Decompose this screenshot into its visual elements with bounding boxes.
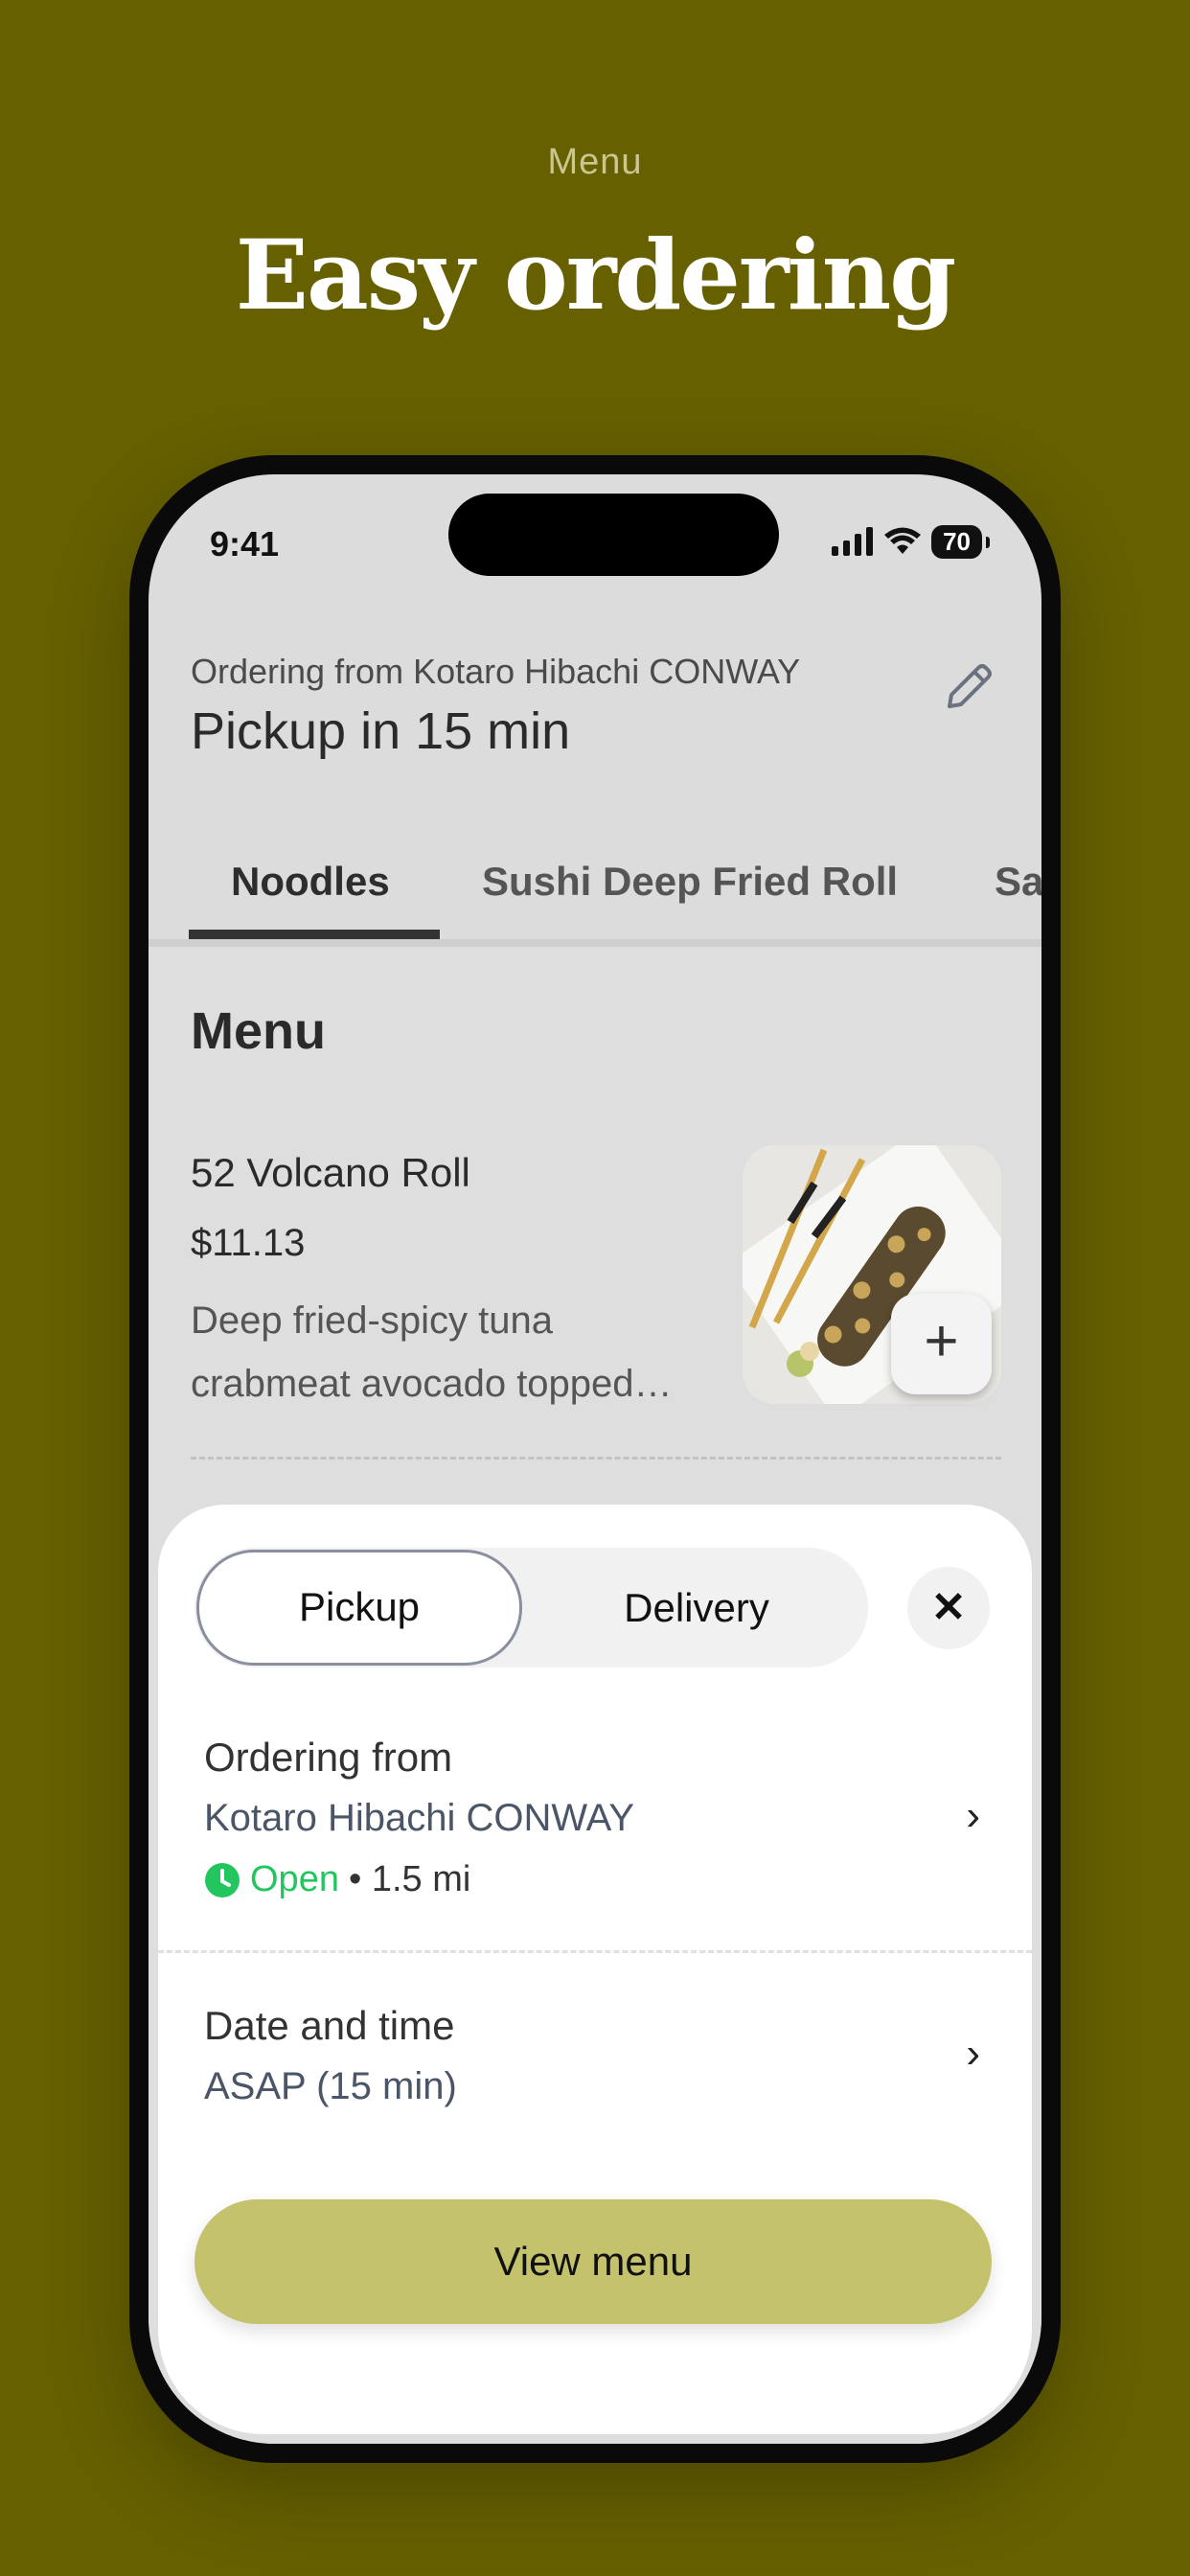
add-item-button[interactable]: + (891, 1294, 992, 1394)
tab-partial[interactable]: Sa (995, 829, 1041, 939)
ordering-from-label: Ordering from (204, 1735, 453, 1780)
phone-frame: 9:41 70 Ordering from Kotaro Hibachi CON… (129, 455, 1061, 2463)
tabs-divider (149, 939, 1041, 947)
tab-noodles[interactable]: Noodles (231, 829, 390, 939)
open-status: Open (250, 1859, 339, 1899)
chevron-right-icon[interactable]: › (966, 1792, 980, 1840)
menu-item-name[interactable]: 52 Volcano Roll (191, 1150, 470, 1196)
tab-sushi-deep-fried-roll[interactable]: Sushi Deep Fried Roll (482, 829, 898, 939)
menu-item-description: Deep fried-spicy tuna crabmeat avocado t… (191, 1300, 673, 1405)
delivery-option[interactable]: Delivery (525, 1548, 868, 1668)
store-status: Open • 1.5 mi (204, 1859, 470, 1900)
date-time-value[interactable]: ASAP (15 min) (204, 2065, 457, 2108)
category-tabs: Noodles Sushi Deep Fried Roll Sa (149, 829, 1041, 939)
phone-screen: 9:41 70 Ordering from Kotaro Hibachi CON… (149, 474, 1041, 2444)
dynamic-island (448, 494, 779, 576)
ordering-from-text: Ordering from Kotaro Hibachi CONWAY (191, 652, 801, 691)
fulfillment-toggle: Pickup Delivery (195, 1548, 868, 1668)
store-name[interactable]: Kotaro Hibachi CONWAY (204, 1797, 634, 1840)
status-time: 9:41 (210, 524, 280, 564)
status-icons: 70 (832, 522, 990, 561)
hero-title: Easy ordering (235, 218, 956, 332)
active-tab-indicator (189, 930, 440, 939)
date-time-label: Date and time (204, 2003, 455, 2048)
hero-subtitle: Menu (547, 142, 643, 182)
menu-heading: Menu (191, 1002, 326, 1060)
clock-icon (205, 1862, 240, 1898)
pencil-icon[interactable] (938, 656, 999, 718)
pickup-option[interactable]: Pickup (196, 1550, 522, 1666)
close-button[interactable]: ✕ (907, 1567, 990, 1649)
signal-icon (832, 527, 874, 556)
store-distance: • 1.5 mi (348, 1859, 471, 1899)
battery-indicator: 70 (931, 524, 990, 559)
menu-item-price: $11.13 (191, 1222, 306, 1264)
wifi-icon (884, 527, 922, 554)
sheet-divider (158, 1950, 1032, 1953)
view-menu-button[interactable]: View menu (195, 2199, 992, 2324)
chevron-right-icon[interactable]: › (966, 2030, 980, 2078)
order-options-sheet: Pickup Delivery ✕ Ordering from Kotaro H… (158, 1505, 1032, 2434)
item-divider (191, 1457, 1001, 1460)
pickup-eta-title: Pickup in 15 min (191, 702, 571, 760)
